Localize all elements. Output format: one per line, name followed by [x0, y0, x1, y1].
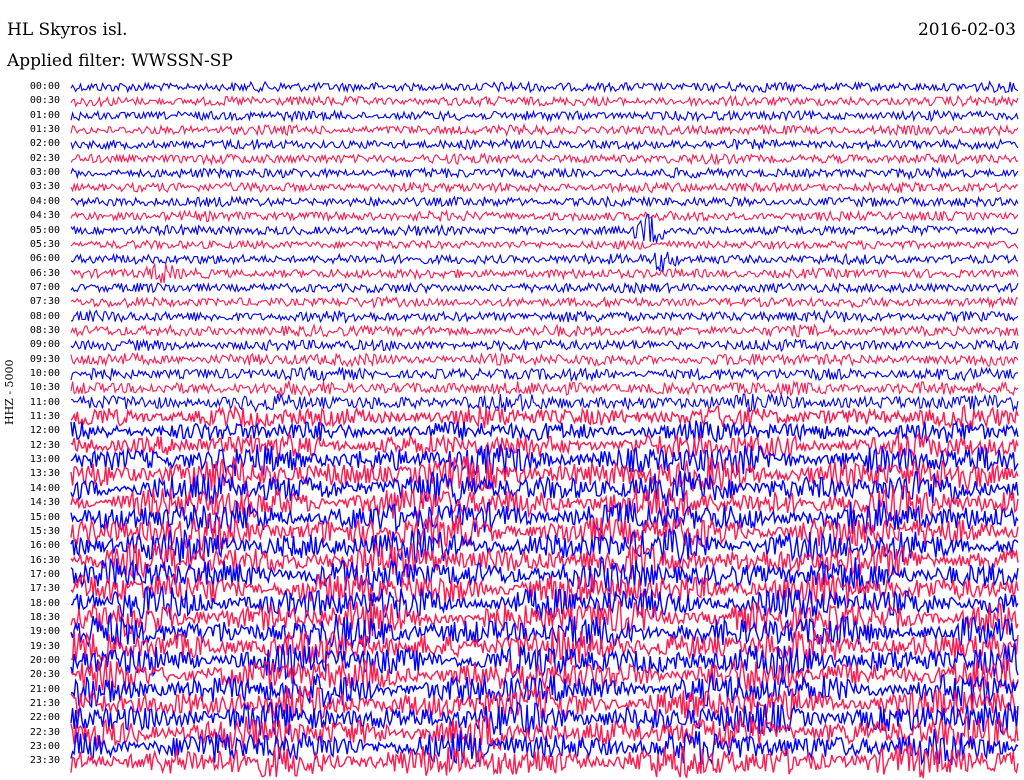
- trace-row: [70, 80, 1019, 94]
- trace-row: [70, 262, 1019, 284]
- trace-row: [70, 366, 1019, 383]
- trace-row: [70, 351, 1019, 368]
- trace-row: [70, 404, 1019, 430]
- helicorder-plot: [70, 80, 1019, 779]
- trace-row: [70, 251, 1019, 273]
- trace-row: [70, 180, 1019, 195]
- trace-row: [70, 152, 1019, 166]
- trace-row: [70, 379, 1019, 398]
- trace-row: [70, 281, 1019, 295]
- trace-row: [70, 323, 1019, 338]
- trace-row: [70, 308, 1019, 324]
- trace-row: [70, 295, 1019, 310]
- trace-row: [70, 137, 1019, 152]
- trace-row: [70, 94, 1019, 108]
- trace-row: [70, 392, 1019, 413]
- trace-row: [70, 238, 1019, 252]
- trace-row: [70, 208, 1019, 223]
- trace-row: [70, 122, 1019, 137]
- trace-row: [70, 166, 1019, 181]
- trace-row: [70, 672, 1019, 709]
- trace-row: [70, 109, 1019, 123]
- trace-row: [70, 337, 1019, 353]
- trace-row: [70, 195, 1019, 209]
- trace-row: [70, 611, 1019, 651]
